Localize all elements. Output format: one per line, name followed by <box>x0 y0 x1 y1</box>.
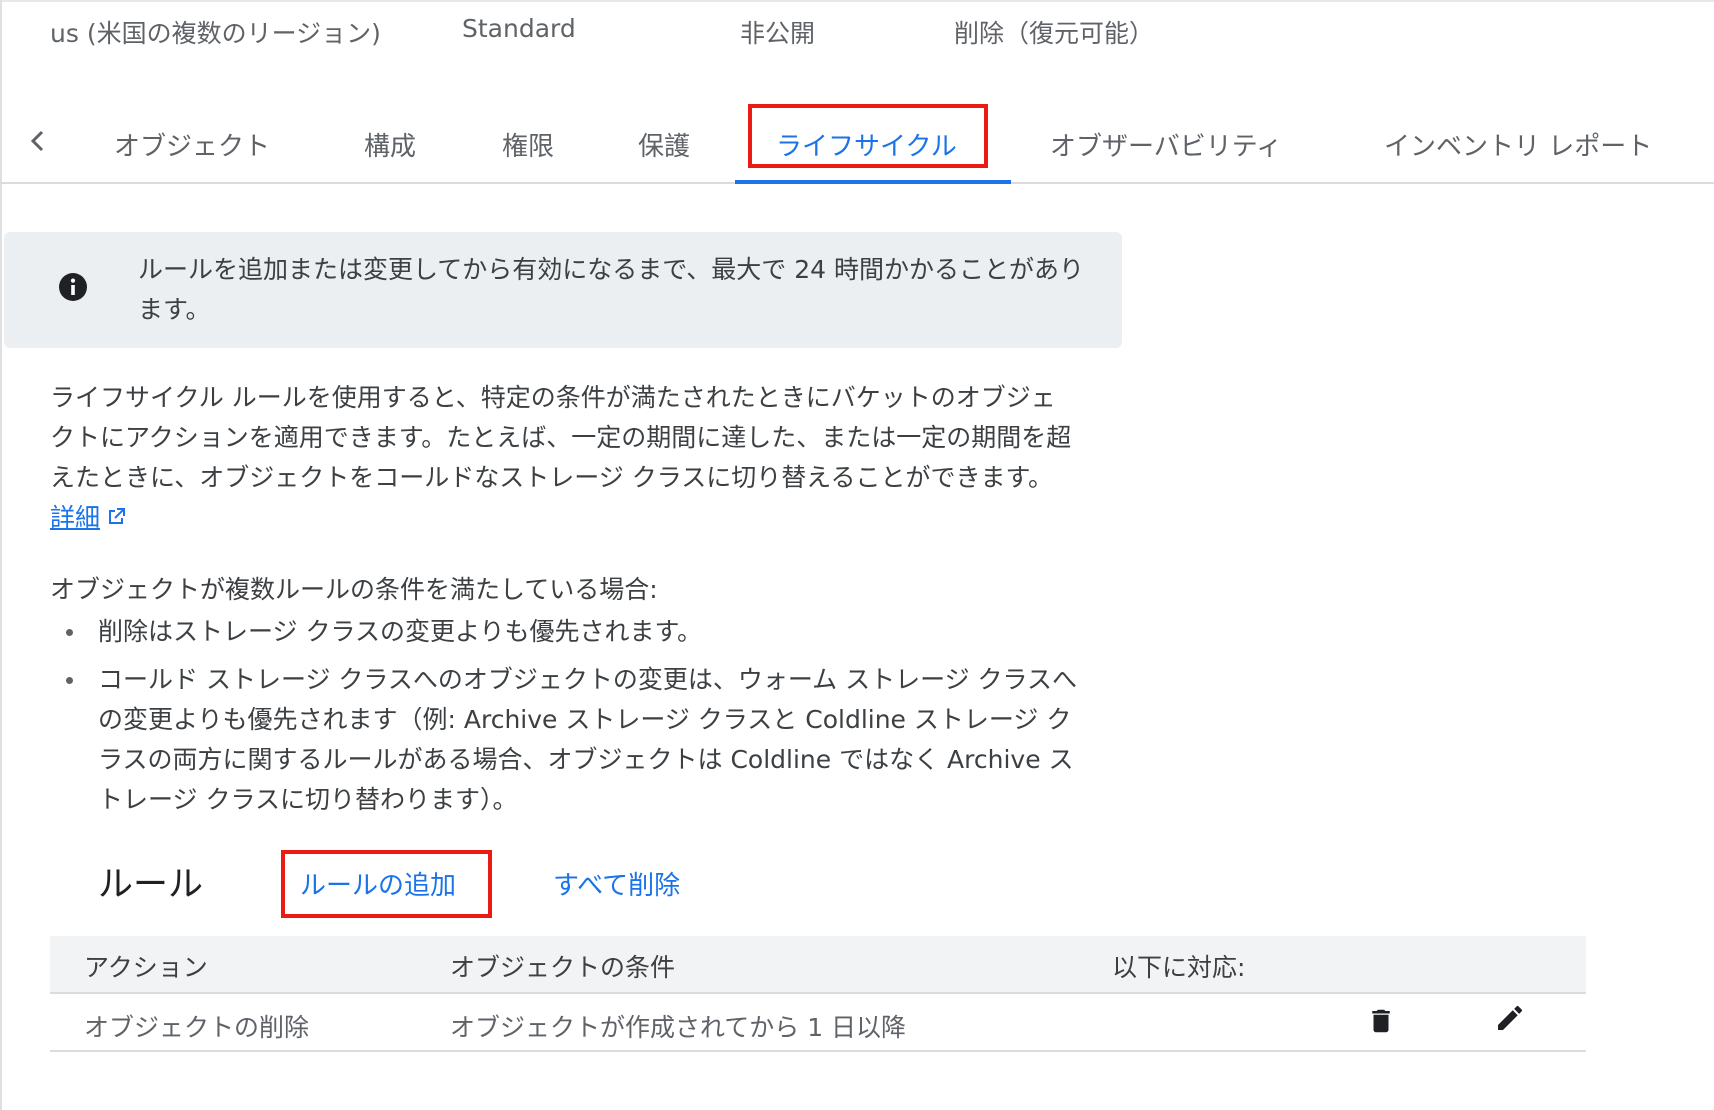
tab-objects[interactable]: オブジェクト <box>114 126 270 163</box>
info-banner: ルールを追加または変更してから有効になるまで、最大で 24 時間かかることがあり… <box>4 232 1122 348</box>
info-icon <box>58 272 88 302</box>
pencil-icon[interactable] <box>1494 1002 1526 1034</box>
trash-icon[interactable] <box>1366 1006 1396 1036</box>
summary-storage-class: Standard <box>462 14 576 43</box>
annotation-highlight-add-rule <box>281 850 492 918</box>
table-row: オブジェクトの削除 オブジェクトが作成されてから 1 日以降 <box>50 994 1586 1052</box>
summary-protection: 削除（復元可能） <box>954 19 1155 48</box>
top-border <box>0 0 1714 2</box>
lifecycle-description: ライフサイクル ルールを使用すると、特定の条件が満たされたときにバケットのオブジ… <box>50 378 1080 538</box>
rules-section-title: ルール <box>98 865 204 905</box>
column-header-condition: オブジェクトの条件 <box>450 953 676 982</box>
rule-condition-cell: オブジェクトが作成されてから 1 日以降 <box>450 1013 907 1042</box>
tab-observability[interactable]: オブザーバビリティ <box>1050 126 1282 163</box>
tab-configuration[interactable]: 構成 <box>364 126 416 163</box>
conflict-list: 削除はストレージ クラスの変更よりも優先されます。 コールド ストレージ クラス… <box>50 612 1080 820</box>
tab-protection[interactable]: 保護 <box>638 126 690 163</box>
summary-location: us (米国の複数のリージョン) <box>50 19 381 48</box>
chevron-left-icon[interactable] <box>26 126 50 156</box>
conflict-title: オブジェクトが複数ルールの条件を満たしている場合: <box>50 575 658 604</box>
rule-action-cell: オブジェクトの削除 <box>84 1013 310 1042</box>
column-header-matches: 以下に対応: <box>1112 953 1246 982</box>
list-item: コールド ストレージ クラスへのオブジェクトの変更は、ウォーム ストレージ クラ… <box>50 660 1080 820</box>
external-link-icon[interactable] <box>104 501 128 525</box>
column-header-action: アクション <box>84 953 208 982</box>
active-tab-indicator <box>735 180 1011 184</box>
annotation-highlight-lifecycle-tab <box>748 104 988 168</box>
rules-table: アクション オブジェクトの条件 以下に対応: オブジェクトの削除 オブジェクトが… <box>50 936 1586 1052</box>
list-item: 削除はストレージ クラスの変更よりも優先されます。 <box>50 612 1080 652</box>
delete-all-button[interactable]: すべて削除 <box>553 865 680 902</box>
lifecycle-description-text: ライフサイクル ルールを使用すると、特定の条件が満たされたときにバケットのオブジ… <box>50 383 1072 492</box>
table-header: アクション オブジェクトの条件 以下に対応: <box>50 936 1586 994</box>
info-banner-text: ルールを追加または変更してから有効になるまで、最大で 24 時間かかることがあり… <box>138 255 1084 324</box>
tab-permissions[interactable]: 権限 <box>502 126 554 163</box>
learn-more-link[interactable]: 詳細 <box>50 503 100 532</box>
summary-public-access: 非公開 <box>740 19 816 48</box>
tab-inventory-reports[interactable]: インベントリ レポート <box>1384 126 1652 163</box>
